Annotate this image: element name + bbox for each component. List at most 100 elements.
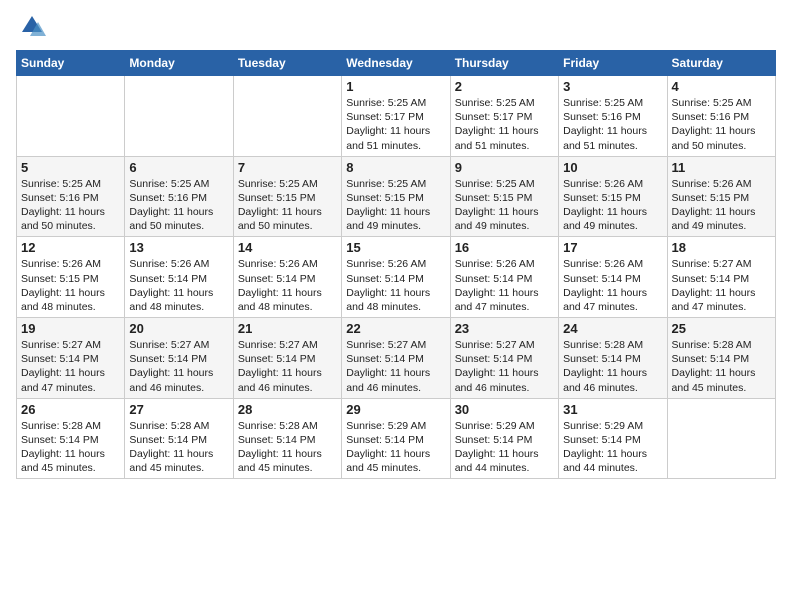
day-cell: 27 Sunrise: 5:28 AMSunset: 5:14 PMDayligh… <box>125 398 233 479</box>
calendar-container: SundayMondayTuesdayWednesdayThursdayFrid… <box>0 0 792 489</box>
weekday-header-thursday: Thursday <box>450 51 558 76</box>
day-info: Sunrise: 5:28 AMSunset: 5:14 PMDaylight:… <box>129 419 228 476</box>
day-number: 23 <box>455 321 554 336</box>
day-cell: 6 Sunrise: 5:25 AMSunset: 5:16 PMDaylight… <box>125 156 233 237</box>
day-number: 18 <box>672 240 771 255</box>
day-number: 16 <box>455 240 554 255</box>
day-number: 15 <box>346 240 445 255</box>
day-number: 5 <box>21 160 120 175</box>
weekday-header-sunday: Sunday <box>17 51 125 76</box>
day-cell: 24 Sunrise: 5:28 AMSunset: 5:14 PMDayligh… <box>559 318 667 399</box>
day-number: 7 <box>238 160 337 175</box>
logo-icon <box>18 12 46 40</box>
week-row-2: 5 Sunrise: 5:25 AMSunset: 5:16 PMDaylight… <box>17 156 776 237</box>
day-info: Sunrise: 5:26 AMSunset: 5:14 PMDaylight:… <box>346 257 445 314</box>
day-cell: 15 Sunrise: 5:26 AMSunset: 5:14 PMDayligh… <box>342 237 450 318</box>
calendar-table: SundayMondayTuesdayWednesdayThursdayFrid… <box>16 50 776 479</box>
day-cell <box>125 76 233 157</box>
day-number: 19 <box>21 321 120 336</box>
day-info: Sunrise: 5:29 AMSunset: 5:14 PMDaylight:… <box>346 419 445 476</box>
day-info: Sunrise: 5:26 AMSunset: 5:15 PMDaylight:… <box>563 177 662 234</box>
day-info: Sunrise: 5:27 AMSunset: 5:14 PMDaylight:… <box>346 338 445 395</box>
day-number: 31 <box>563 402 662 417</box>
day-number: 11 <box>672 160 771 175</box>
day-info: Sunrise: 5:25 AMSunset: 5:15 PMDaylight:… <box>238 177 337 234</box>
day-cell: 10Sunrise: 5:26 AMSunset: 5:15 PMDayligh… <box>559 156 667 237</box>
day-number: 20 <box>129 321 228 336</box>
logo <box>16 16 46 40</box>
day-number: 1 <box>346 79 445 94</box>
day-info: Sunrise: 5:26 AMSunset: 5:14 PMDaylight:… <box>129 257 228 314</box>
day-info: Sunrise: 5:26 AMSunset: 5:14 PMDaylight:… <box>455 257 554 314</box>
day-number: 28 <box>238 402 337 417</box>
day-number: 29 <box>346 402 445 417</box>
day-cell: 4Sunrise: 5:25 AMSunset: 5:16 PMDaylight… <box>667 76 775 157</box>
day-cell: 31 Sunrise: 5:29 AMSunset: 5:14 PMDayligh… <box>559 398 667 479</box>
weekday-header-saturday: Saturday <box>667 51 775 76</box>
day-number: 24 <box>563 321 662 336</box>
day-info: Sunrise: 5:25 AMSunset: 5:17 PMDaylight:… <box>346 96 445 153</box>
day-info: Sunrise: 5:27 AMSunset: 5:14 PMDaylight:… <box>21 338 120 395</box>
day-info: Sunrise: 5:26 AMSunset: 5:15 PMDaylight:… <box>672 177 771 234</box>
day-cell: 14 Sunrise: 5:26 AMSunset: 5:14 PMDayligh… <box>233 237 341 318</box>
day-info: Sunrise: 5:27 AMSunset: 5:14 PMDaylight:… <box>455 338 554 395</box>
week-row-4: 19 Sunrise: 5:27 AMSunset: 5:14 PMDayligh… <box>17 318 776 399</box>
day-cell: 5 Sunrise: 5:25 AMSunset: 5:16 PMDaylight… <box>17 156 125 237</box>
day-cell: 22 Sunrise: 5:27 AMSunset: 5:14 PMDayligh… <box>342 318 450 399</box>
day-cell: 26Sunrise: 5:28 AMSunset: 5:14 PMDayligh… <box>17 398 125 479</box>
day-info: Sunrise: 5:28 AMSunset: 5:14 PMDaylight:… <box>563 338 662 395</box>
weekday-header-tuesday: Tuesday <box>233 51 341 76</box>
day-cell: 20 Sunrise: 5:27 AMSunset: 5:14 PMDayligh… <box>125 318 233 399</box>
day-info: Sunrise: 5:27 AMSunset: 5:14 PMDaylight:… <box>129 338 228 395</box>
day-number: 6 <box>129 160 228 175</box>
day-number: 12 <box>21 240 120 255</box>
day-cell: 7 Sunrise: 5:25 AMSunset: 5:15 PMDaylight… <box>233 156 341 237</box>
day-cell: 25 Sunrise: 5:28 AMSunset: 5:14 PMDayligh… <box>667 318 775 399</box>
day-info: Sunrise: 5:28 AMSunset: 5:14 PMDaylight:… <box>238 419 337 476</box>
day-number: 3 <box>563 79 662 94</box>
day-cell: 18Sunrise: 5:27 AMSunset: 5:14 PMDayligh… <box>667 237 775 318</box>
day-info: Sunrise: 5:29 AMSunset: 5:14 PMDaylight:… <box>455 419 554 476</box>
day-cell: 23 Sunrise: 5:27 AMSunset: 5:14 PMDayligh… <box>450 318 558 399</box>
weekday-header-friday: Friday <box>559 51 667 76</box>
day-cell: 13 Sunrise: 5:26 AMSunset: 5:14 PMDayligh… <box>125 237 233 318</box>
day-cell: 11 Sunrise: 5:26 AMSunset: 5:15 PMDayligh… <box>667 156 775 237</box>
day-cell: 21Sunrise: 5:27 AMSunset: 5:14 PMDayligh… <box>233 318 341 399</box>
day-info: Sunrise: 5:26 AMSunset: 5:14 PMDaylight:… <box>238 257 337 314</box>
day-info: Sunrise: 5:28 AMSunset: 5:14 PMDaylight:… <box>672 338 771 395</box>
weekday-header-monday: Monday <box>125 51 233 76</box>
day-cell: 19 Sunrise: 5:27 AMSunset: 5:14 PMDayligh… <box>17 318 125 399</box>
day-number: 25 <box>672 321 771 336</box>
day-number: 27 <box>129 402 228 417</box>
day-cell: 30 Sunrise: 5:29 AMSunset: 5:14 PMDayligh… <box>450 398 558 479</box>
day-cell <box>233 76 341 157</box>
day-info: Sunrise: 5:26 AMSunset: 5:14 PMDaylight:… <box>563 257 662 314</box>
weekday-header-row: SundayMondayTuesdayWednesdayThursdayFrid… <box>17 51 776 76</box>
day-number: 26 <box>21 402 120 417</box>
day-cell: 1 Sunrise: 5:25 AMSunset: 5:17 PMDaylight… <box>342 76 450 157</box>
day-number: 17 <box>563 240 662 255</box>
day-number: 13 <box>129 240 228 255</box>
day-number: 14 <box>238 240 337 255</box>
weekday-header-wednesday: Wednesday <box>342 51 450 76</box>
day-number: 2 <box>455 79 554 94</box>
day-info: Sunrise: 5:25 AMSunset: 5:16 PMDaylight:… <box>563 96 662 153</box>
day-number: 21 <box>238 321 337 336</box>
day-cell <box>17 76 125 157</box>
day-info: Sunrise: 5:25 AMSunset: 5:16 PMDaylight:… <box>21 177 120 234</box>
day-info: Sunrise: 5:25 AMSunset: 5:16 PMDaylight:… <box>672 96 771 153</box>
day-cell: 16 Sunrise: 5:26 AMSunset: 5:14 PMDayligh… <box>450 237 558 318</box>
day-info: Sunrise: 5:25 AMSunset: 5:17 PMDaylight:… <box>455 96 554 153</box>
header <box>16 16 776 40</box>
day-info: Sunrise: 5:26 AMSunset: 5:15 PMDaylight:… <box>21 257 120 314</box>
day-cell: 8Sunrise: 5:25 AMSunset: 5:15 PMDaylight… <box>342 156 450 237</box>
day-info: Sunrise: 5:29 AMSunset: 5:14 PMDaylight:… <box>563 419 662 476</box>
day-cell: 29 Sunrise: 5:29 AMSunset: 5:14 PMDayligh… <box>342 398 450 479</box>
day-cell: 9Sunrise: 5:25 AMSunset: 5:15 PMDaylight… <box>450 156 558 237</box>
day-number: 22 <box>346 321 445 336</box>
week-row-5: 26 Sunrise: 5:28 AMSunset: 5:14 PMDayligh… <box>17 398 776 479</box>
day-number: 30 <box>455 402 554 417</box>
week-row-3: 12 Sunrise: 5:26 AMSunset: 5:15 PMDayligh… <box>17 237 776 318</box>
day-cell: 17 Sunrise: 5:26 AMSunset: 5:14 PMDayligh… <box>559 237 667 318</box>
day-info: Sunrise: 5:25 AMSunset: 5:16 PMDaylight:… <box>129 177 228 234</box>
